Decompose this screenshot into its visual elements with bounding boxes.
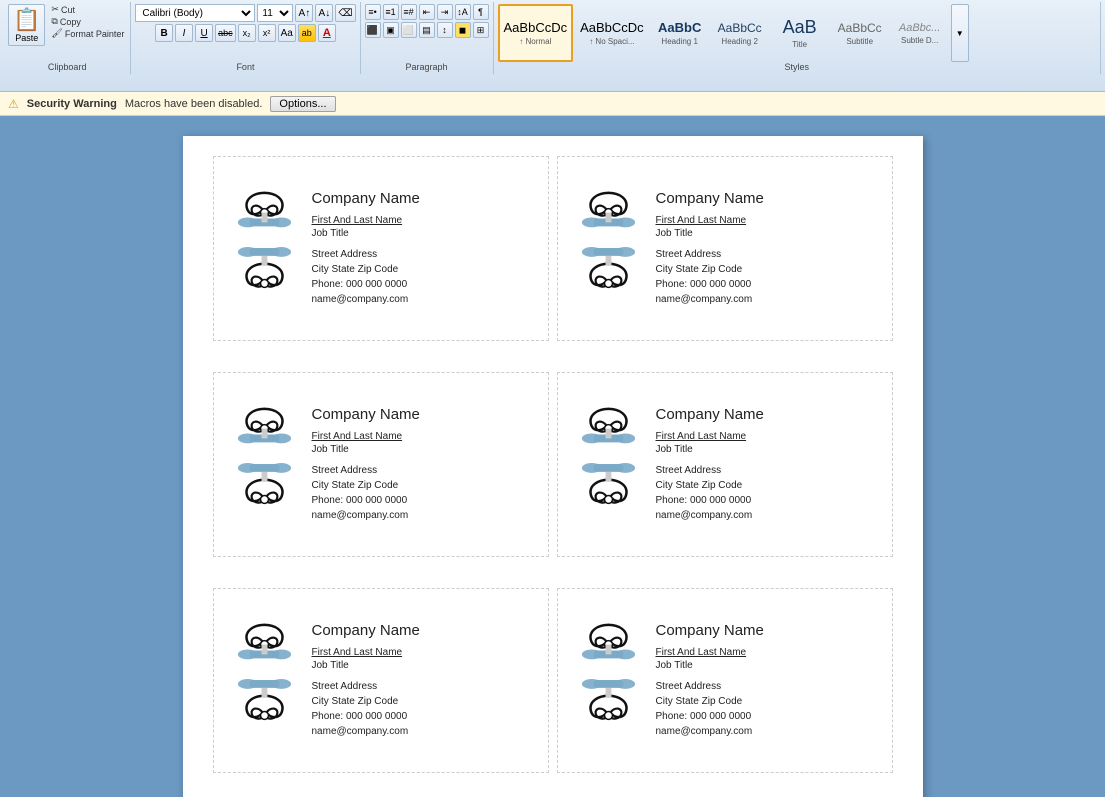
document-area: Company Name First And Last Name Job Tit… <box>0 116 1105 797</box>
business-card[interactable]: Company Name First And Last Name Job Tit… <box>557 588 893 773</box>
clipboard-label: Clipboard <box>4 62 130 72</box>
shading-button[interactable]: ◼ <box>455 22 471 38</box>
copy-button[interactable]: ⧉Copy <box>49 16 126 27</box>
paragraph-group: ≡• ≡1 ≡# ⇤ ⇥ ↕A ¶ ⬛ ▣ ⬜ ▤ ↕ ◼ ⊞ <box>361 2 494 74</box>
justify-button[interactable]: ▤ <box>419 22 435 38</box>
card-logo <box>230 184 300 314</box>
card-logo <box>574 400 644 530</box>
card-address: Street Address City State Zip Code Phone… <box>656 463 764 523</box>
card-address: Street Address City State Zip Code Phone… <box>312 463 420 523</box>
business-card[interactable]: Company Name First And Last Name Job Tit… <box>213 588 549 773</box>
bullets-button[interactable]: ≡• <box>365 4 381 20</box>
format-painter-button[interactable]: 🖌Format Painter <box>49 28 126 39</box>
card-content: Company Name First And Last Name Job Tit… <box>656 190 764 307</box>
card-company-name: Company Name <box>656 406 764 423</box>
card-address: Street Address City State Zip Code Phone… <box>312 679 420 739</box>
card-person-name: First And Last Name <box>312 215 420 226</box>
business-card[interactable]: Company Name First And Last Name Job Tit… <box>213 156 549 341</box>
card-address: Street Address City State Zip Code Phone… <box>656 247 764 307</box>
styles-label: Styles <box>494 62 1100 72</box>
card-company-name: Company Name <box>312 622 420 639</box>
card-person-name: First And Last Name <box>312 647 420 658</box>
grow-font-button[interactable]: A↑ <box>295 4 313 22</box>
bold-button[interactable]: B <box>155 24 173 42</box>
card-job-title: Job Title <box>312 228 420 239</box>
card-logo <box>230 400 300 530</box>
security-bar: ⚠ Security Warning Macros have been disa… <box>0 92 1105 116</box>
font-label: Font <box>131 62 359 72</box>
align-right-button[interactable]: ⬜ <box>401 22 417 38</box>
security-message: Macros have been disabled. <box>125 98 263 110</box>
clear-format-button[interactable]: ⌫ <box>335 4 355 22</box>
cut-button[interactable]: ✂Cut <box>49 4 126 15</box>
numbering-button[interactable]: ≡1 <box>383 4 399 20</box>
card-person-name: First And Last Name <box>656 215 764 226</box>
font-size-select[interactable]: 11 <box>257 4 293 22</box>
superscript-button[interactable]: x² <box>258 24 276 42</box>
align-center-button[interactable]: ▣ <box>383 22 399 38</box>
decrease-indent-button[interactable]: ⇤ <box>419 4 435 20</box>
ribbon: 📋 Paste ✂Cut ⧉Copy 🖌Format Painter <box>0 0 1105 92</box>
business-card[interactable]: Company Name First And Last Name Job Tit… <box>557 372 893 557</box>
font-color-button[interactable]: A <box>318 24 336 42</box>
card-job-title: Job Title <box>312 660 420 671</box>
card-content: Company Name First And Last Name Job Tit… <box>656 406 764 523</box>
security-title: Security Warning <box>27 98 117 110</box>
security-icon: ⚠ <box>8 97 19 111</box>
options-button[interactable]: Options... <box>270 96 335 112</box>
multilevel-button[interactable]: ≡# <box>401 4 417 20</box>
underline-button[interactable]: U <box>195 24 213 42</box>
card-person-name: First And Last Name <box>656 431 764 442</box>
card-content: Company Name First And Last Name Job Tit… <box>656 622 764 739</box>
subscript-button[interactable]: x₂ <box>238 24 256 42</box>
card-person-name: First And Last Name <box>312 431 420 442</box>
increase-indent-button[interactable]: ⇥ <box>437 4 453 20</box>
card-address: Street Address City State Zip Code Phone… <box>312 247 420 307</box>
style-normal[interactable]: AaBbCcDc ↑ Normal <box>498 4 574 62</box>
styles-more-button[interactable]: ▼ <box>951 4 969 62</box>
sort-button[interactable]: ↕A <box>455 4 471 20</box>
card-logo <box>574 184 644 314</box>
business-card[interactable]: Company Name First And Last Name Job Tit… <box>557 156 893 341</box>
card-company-name: Company Name <box>656 622 764 639</box>
page: Company Name First And Last Name Job Tit… <box>183 136 923 797</box>
change-case-button[interactable]: Aa <box>278 24 296 42</box>
card-person-name: First And Last Name <box>656 647 764 658</box>
card-job-title: Job Title <box>312 444 420 455</box>
business-cards-grid: Company Name First And Last Name Job Tit… <box>213 156 893 796</box>
card-content: Company Name First And Last Name Job Tit… <box>312 622 420 739</box>
card-logo <box>574 616 644 746</box>
highlight-button[interactable]: ab <box>298 24 316 42</box>
business-card[interactable]: Company Name First And Last Name Job Tit… <box>213 372 549 557</box>
paste-button[interactable]: 📋 Paste <box>8 4 45 46</box>
line-spacing-button[interactable]: ↕ <box>437 22 453 38</box>
card-content: Company Name First And Last Name Job Tit… <box>312 406 420 523</box>
style-title[interactable]: AaB Title <box>771 4 829 62</box>
card-company-name: Company Name <box>312 190 420 207</box>
card-content: Company Name First And Last Name Job Tit… <box>312 190 420 307</box>
style-subtle-d[interactable]: AaBbc... Subtle D... <box>891 4 949 62</box>
card-job-title: Job Title <box>656 444 764 455</box>
card-job-title: Job Title <box>656 228 764 239</box>
paragraph-label: Paragraph <box>361 62 493 72</box>
style-no-spacing[interactable]: AaBbCcDc ↑ No Spaci... <box>575 4 649 62</box>
font-family-select[interactable]: Calibri (Body) <box>135 4 255 22</box>
italic-button[interactable]: I <box>175 24 193 42</box>
card-job-title: Job Title <box>656 660 764 671</box>
styles-group: AaBbCcDc ↑ Normal AaBbCcDc ↑ No Spaci...… <box>494 2 1101 74</box>
card-company-name: Company Name <box>312 406 420 423</box>
strikethrough-button[interactable]: abc <box>215 24 236 42</box>
style-subtitle[interactable]: AaBbCc Subtitle <box>831 4 889 62</box>
clipboard-group: 📋 Paste ✂Cut ⧉Copy 🖌Format Painter <box>4 2 131 74</box>
style-heading2[interactable]: AaBbCc Heading 2 <box>711 4 769 62</box>
borders-button[interactable]: ⊞ <box>473 22 489 38</box>
card-company-name: Company Name <box>656 190 764 207</box>
align-left-button[interactable]: ⬛ <box>365 22 381 38</box>
show-formatting-button[interactable]: ¶ <box>473 4 489 20</box>
card-logo <box>230 616 300 746</box>
style-heading1[interactable]: AaBbC Heading 1 <box>651 4 709 62</box>
shrink-font-button[interactable]: A↓ <box>315 4 333 22</box>
font-group: Calibri (Body) 11 A↑ A↓ ⌫ B I U abc x₂ x… <box>131 2 360 74</box>
card-address: Street Address City State Zip Code Phone… <box>656 679 764 739</box>
